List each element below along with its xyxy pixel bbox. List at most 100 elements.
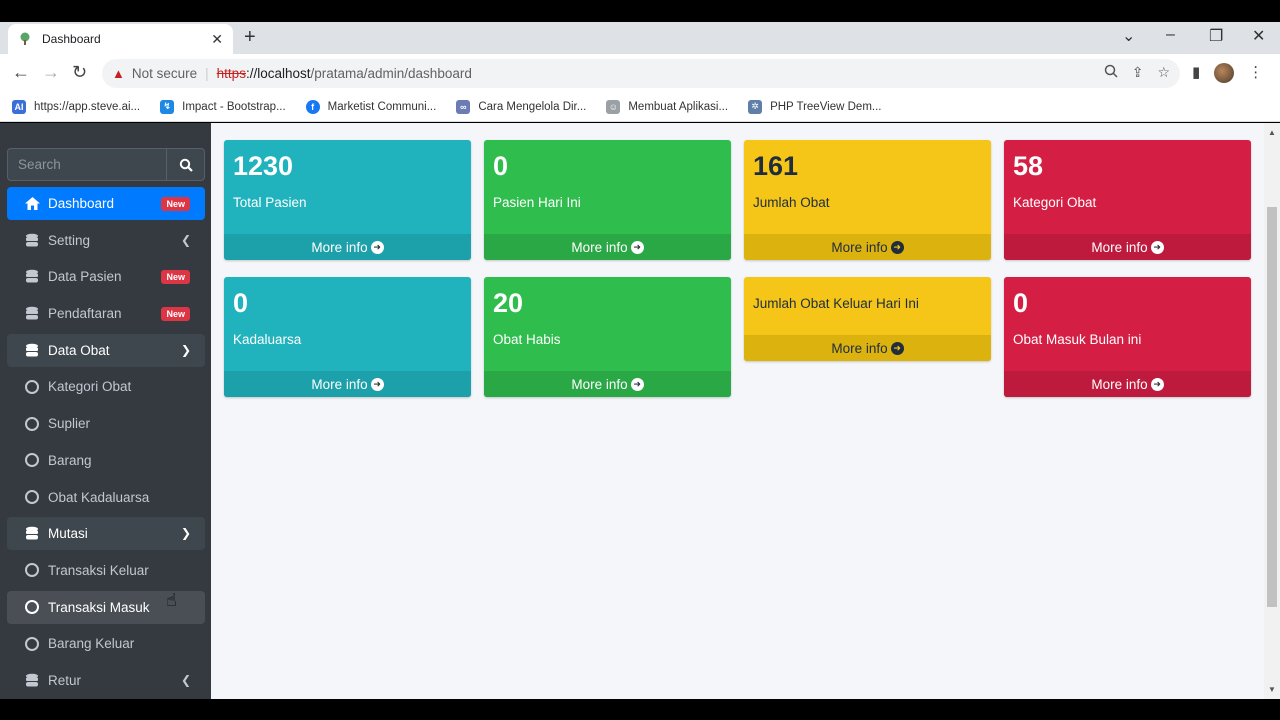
circle-icon (23, 490, 41, 504)
sidebar-item-kategori-obat[interactable]: Kategori Obat (7, 370, 205, 403)
zoom-icon[interactable] (1104, 64, 1118, 81)
impact-icon: ↯ (160, 99, 175, 114)
bookmark-star-icon[interactable]: ☆ (1157, 64, 1170, 81)
sidebar-item-transaksi-keluar[interactable]: Transaksi Keluar (7, 554, 205, 587)
stat-box-kadaluarsa: 0 Kadaluarsa More info ➜ (224, 277, 471, 397)
database-icon (23, 269, 41, 284)
screen-top-border (0, 0, 1280, 22)
facebook-icon: f (305, 99, 320, 114)
more-info-link[interactable]: More info ➜ (1004, 234, 1251, 260)
database-icon (23, 673, 41, 688)
page-scrollbar[interactable]: ▲ ▼ (1264, 123, 1280, 699)
more-info-label: More info (1091, 376, 1148, 392)
profile-avatar[interactable] (1214, 63, 1235, 83)
side-panel-icon[interactable]: ▮ (1192, 63, 1200, 83)
sidebar-item-pendaftaran[interactable]: Pendaftaran New (7, 297, 205, 330)
stat-value: 161 (753, 151, 799, 181)
gear-icon: ✲ (748, 99, 763, 114)
arrow-circle-right-icon: ➜ (1150, 240, 1164, 254)
sidebar-item-barang[interactable]: Barang (7, 444, 205, 477)
person-icon: ☺ (606, 99, 621, 114)
more-info-link[interactable]: More info ➜ (484, 371, 731, 397)
bookmark-item[interactable]: ↯ Impact - Bootstrap... (160, 99, 286, 114)
tab-strip: Dashboard ✕ + ⌄ – ❐ ✕ (0, 22, 1280, 54)
new-badge: New (161, 270, 190, 285)
sidebar-item-data-obat[interactable]: Data Obat ❯ (7, 333, 205, 367)
url-path: /pratama/admin/dashboard (310, 66, 472, 81)
sidebar-item-mutasi[interactable]: Mutasi ❯ (7, 517, 205, 551)
database-icon (23, 306, 41, 321)
main-content: 1230 Total Pasien More info ➜ 0 Pasien Ha… (211, 123, 1264, 699)
address-bar[interactable]: ▲ Not secure | https://localhost/pratama… (102, 59, 1180, 88)
more-info-link[interactable]: More info ➜ (224, 234, 471, 260)
close-window-icon[interactable]: ✕ (1252, 26, 1265, 46)
more-menu-icon[interactable]: ⋮ (1248, 63, 1263, 83)
more-info-link[interactable]: More info ➜ (744, 335, 991, 361)
stat-value: 0 (493, 151, 509, 181)
sidebar-item-label: Setting (48, 232, 91, 248)
browser-toolbar: ← → ↻ ▲ Not secure | https://localhost/p… (0, 54, 1280, 92)
bookmark-label: https://app.steve.ai... (34, 100, 141, 113)
sidebar-item-label: Obat Kadaluarsa (48, 489, 150, 505)
tree-favicon-icon (18, 32, 32, 46)
more-info-label: More info (831, 340, 888, 356)
stat-value: 0 (233, 288, 249, 318)
bookmark-item[interactable]: ∞ Cara Mengelola Dir... (456, 99, 586, 114)
arrow-circle-right-icon: ➜ (630, 377, 644, 391)
arrow-circle-right-icon: ➜ (890, 240, 904, 254)
stat-label: Jumlah Obat (753, 195, 830, 210)
tab-search-icon[interactable]: ⌄ (1122, 26, 1135, 46)
sidebar-item-label: Transaksi Keluar (48, 562, 149, 578)
arrow-circle-right-icon: ➜ (1150, 377, 1164, 391)
sidebar-menu: Dashboard New Setting ❮ Data Pasien New … (7, 187, 205, 699)
back-icon[interactable]: ← (12, 62, 30, 83)
search-input[interactable] (7, 148, 166, 181)
sidebar-item-label: Data Pasien (48, 269, 122, 285)
url-separator: | (205, 66, 209, 81)
stat-label: Obat Masuk Bulan ini (1013, 332, 1142, 347)
chevron-down-icon: ❯ (180, 342, 191, 357)
sidebar-item-barang-keluar[interactable]: Barang Keluar (7, 627, 205, 660)
stat-label: Pasien Hari Ini (493, 195, 581, 210)
database-icon (23, 233, 41, 248)
sidebar-item-setting[interactable]: Setting ❮ (7, 224, 205, 257)
bookmarks-bar: AI https://app.steve.ai... ↯ Impact - Bo… (0, 92, 1280, 122)
stat-value: 58 (1013, 151, 1044, 181)
url-host: ://localhost (245, 66, 311, 81)
bookmark-label: Membuat Aplikasi... (628, 100, 729, 113)
home-icon (23, 196, 41, 211)
reload-icon[interactable]: ↻ (72, 62, 87, 83)
sidebar-item-suplier[interactable]: Suplier (7, 407, 205, 440)
circle-icon (23, 453, 41, 468)
tab-close-icon[interactable]: ✕ (211, 31, 223, 48)
new-tab-button[interactable]: + (244, 26, 256, 49)
minimize-icon[interactable]: – (1166, 26, 1175, 44)
scroll-up-icon[interactable]: ▲ (1268, 128, 1276, 137)
stat-value: 1230 (233, 151, 294, 181)
bookmark-item[interactable]: ☺ Membuat Aplikasi... (606, 99, 729, 114)
forward-icon[interactable]: → (42, 62, 60, 83)
more-info-link[interactable]: More info ➜ (744, 234, 991, 260)
more-info-link[interactable]: More info ➜ (484, 234, 731, 260)
more-info-link[interactable]: More info ➜ (1004, 371, 1251, 397)
database-icon (23, 526, 41, 541)
bookmark-item[interactable]: f Marketist Communi... (305, 99, 436, 114)
sidebar-item-retur[interactable]: Retur ❮ (7, 664, 205, 697)
sidebar-item-obat-kadaluarsa[interactable]: Obat Kadaluarsa (7, 481, 205, 514)
sidebar-item-dashboard[interactable]: Dashboard New (7, 187, 205, 220)
not-secure-label[interactable]: Not secure (132, 66, 197, 81)
scroll-thumb[interactable] (1267, 207, 1277, 607)
stat-label: Obat Habis (493, 332, 561, 347)
bookmark-item[interactable]: ✲ PHP TreeView Dem... (748, 99, 882, 114)
warning-icon[interactable]: ▲ (112, 66, 125, 81)
scroll-down-icon[interactable]: ▼ (1268, 685, 1276, 694)
share-icon[interactable]: ⇪ (1132, 64, 1144, 81)
search-button[interactable] (166, 148, 205, 181)
sidebar-item-data-pasien[interactable]: Data Pasien New (7, 260, 205, 293)
restore-icon[interactable]: ❐ (1209, 26, 1223, 46)
circle-icon (23, 379, 41, 394)
more-info-link[interactable]: More info ➜ (224, 371, 471, 397)
circle-icon (23, 600, 41, 615)
bookmark-item[interactable]: AI https://app.steve.ai... (12, 99, 141, 114)
tab-dashboard[interactable]: Dashboard ✕ (8, 24, 233, 54)
